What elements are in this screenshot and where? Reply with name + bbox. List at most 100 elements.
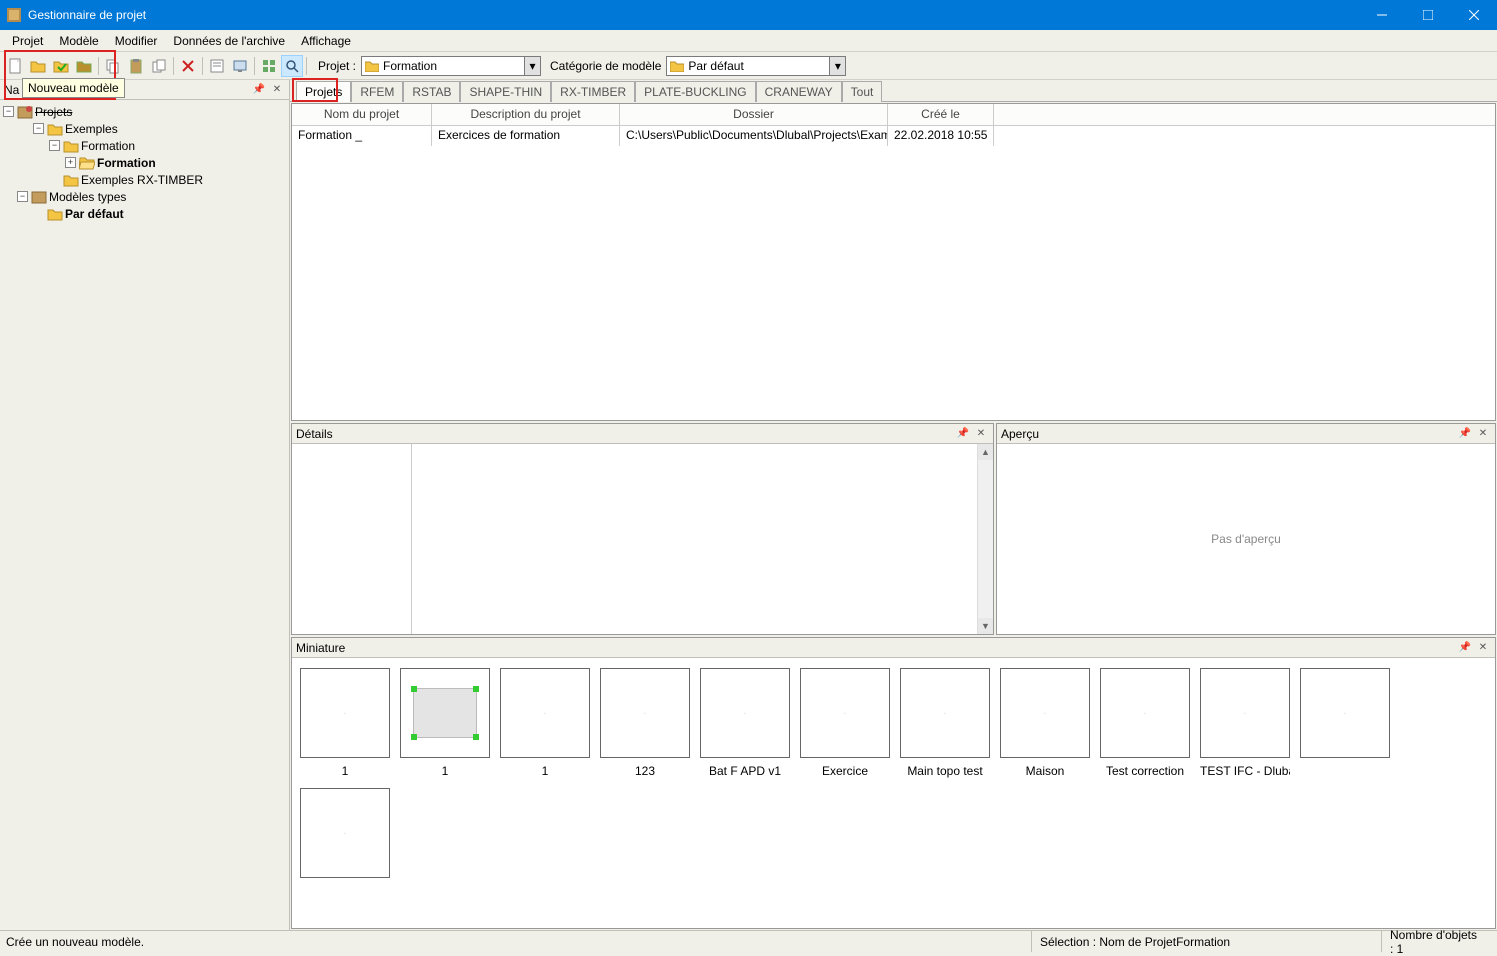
col-header-created[interactable]: Créé le [888, 104, 994, 125]
pin-icon[interactable]: 📌 [1457, 426, 1473, 442]
tab-projets[interactable]: Projets [296, 81, 351, 102]
toolbar-separator [306, 57, 307, 75]
project-combo-label: Projet : [318, 59, 356, 73]
menu-modele[interactable]: Modèle [51, 32, 106, 50]
thumbnail[interactable]: · Exercice [800, 668, 890, 778]
thumbnail[interactable]: ·123 [600, 668, 690, 778]
folder-check-button[interactable] [50, 55, 72, 77]
details-scrollbar[interactable]: ▲ ▼ [977, 444, 993, 634]
grid-body[interactable]: Formation _Exercices de formationC:\User… [292, 126, 1495, 420]
close-icon[interactable]: ✕ [269, 82, 285, 98]
details-panel: Détails 📌 ✕ ▲ ▼ [291, 423, 994, 635]
thumbnail-grid[interactable]: ·11·1·123·Bat F APD v1·Exercice·Main top… [292, 658, 1495, 928]
thumbnail[interactable]: ·TEST IFC - Dlubal [1200, 668, 1290, 778]
thumbnail-caption: Exercice [822, 764, 868, 778]
project-combo[interactable]: Formation ▾ [361, 56, 541, 76]
project-root-icon [17, 105, 33, 119]
grid-row[interactable]: Formation _Exercices de formationC:\User… [292, 126, 1495, 146]
collapse-icon[interactable]: − [17, 191, 28, 202]
col-header-name[interactable]: Nom du projet [292, 104, 432, 125]
preview-panel: Aperçu 📌 ✕ Pas d'aperçu [996, 423, 1496, 635]
status-hint: Crée un nouveau modèle. [6, 935, 1031, 949]
tree-item[interactable]: Exemples RX-TIMBER [3, 171, 286, 188]
pin-icon[interactable]: 📌 [251, 82, 267, 98]
grid-view-button[interactable] [258, 55, 280, 77]
copy-button[interactable] [102, 55, 124, 77]
tree-item[interactable]: Par défaut [3, 205, 286, 222]
thumbnail[interactable]: ·1 [300, 668, 390, 778]
close-icon[interactable]: ✕ [973, 426, 989, 442]
tab-plate-buckling[interactable]: PLATE-BUCKLING [635, 81, 755, 102]
scroll-down-icon[interactable]: ▼ [978, 618, 993, 634]
new-document-icon [7, 58, 23, 74]
toolbar-separator [173, 57, 174, 75]
folder-icon [30, 58, 46, 74]
col-header-description[interactable]: Description du projet [432, 104, 620, 125]
thumbnail[interactable]: ·1 [500, 668, 590, 778]
folder-box-icon [76, 58, 92, 74]
status-object-count: Nombre d'objets : 1 [1381, 931, 1491, 952]
screen-icon [232, 58, 248, 74]
preview-button[interactable] [229, 55, 251, 77]
pin-icon[interactable]: 📌 [955, 426, 971, 442]
thumbnail-box: · [1300, 668, 1390, 758]
scroll-up-icon[interactable]: ▲ [978, 444, 993, 460]
expand-icon[interactable]: + [65, 157, 76, 168]
preview-header: Aperçu 📌 ✕ [997, 424, 1495, 444]
tab-craneway[interactable]: CRANEWAY [756, 81, 842, 102]
folder-icon [63, 139, 79, 153]
category-combo[interactable]: Par défaut ▾ [666, 56, 846, 76]
thumbnail[interactable]: · [300, 788, 390, 884]
thumbnail-caption: Test correction [1106, 764, 1184, 778]
thumbnail[interactable]: 1 [400, 668, 490, 778]
menu-donnees-archive[interactable]: Données de l'archive [165, 32, 293, 50]
thumbnail[interactable]: ·Main topo test [900, 668, 990, 778]
collapse-icon[interactable]: − [3, 106, 14, 117]
duplicate-icon [151, 58, 167, 74]
move-button[interactable] [148, 55, 170, 77]
project-tree[interactable]: − Projets −Exemples−Formation+FormationE… [0, 100, 289, 225]
folder-box-button[interactable] [73, 55, 95, 77]
close-icon[interactable]: ✕ [1475, 426, 1491, 442]
grid-cell: Formation _ [292, 126, 432, 146]
window-maximize-button[interactable] [1405, 0, 1451, 30]
thumbnail-caption: 1 [542, 764, 549, 778]
tab-shape-thin[interactable]: SHAPE-THIN [460, 81, 551, 102]
thumbnail-box: · [800, 668, 890, 758]
collapse-icon[interactable]: − [33, 123, 44, 134]
thumbnail[interactable]: ·Maison [1000, 668, 1090, 778]
tree-item[interactable]: −Exemples [3, 120, 286, 137]
col-header-folder[interactable]: Dossier [620, 104, 888, 125]
thumbnail-box: · [300, 668, 390, 758]
tab-rfem[interactable]: RFEM [351, 81, 403, 102]
close-icon[interactable]: ✕ [1475, 640, 1491, 656]
menu-modifier[interactable]: Modifier [107, 32, 166, 50]
open-folder-button[interactable] [27, 55, 49, 77]
properties-icon [209, 58, 225, 74]
tree-item[interactable]: −Formation [3, 137, 286, 154]
delete-button[interactable] [177, 55, 199, 77]
paste-button[interactable] [125, 55, 147, 77]
properties-button[interactable] [206, 55, 228, 77]
collapse-icon[interactable]: − [49, 140, 60, 151]
window-minimize-button[interactable] [1359, 0, 1405, 30]
window-close-button[interactable] [1451, 0, 1497, 30]
thumbnail[interactable]: ·Test correction [1100, 668, 1190, 778]
thumbnail-box: · [300, 788, 390, 878]
tree-item[interactable]: +Formation [3, 154, 286, 171]
new-model-button[interactable] [4, 55, 26, 77]
grid-icon [261, 58, 277, 74]
category-combo-label: Catégorie de modèle [550, 59, 661, 73]
pin-icon[interactable]: 📌 [1457, 640, 1473, 656]
menu-projet[interactable]: Projet [4, 32, 51, 50]
tab-rstab[interactable]: RSTAB [403, 81, 460, 102]
tab-rx-timber[interactable]: RX-TIMBER [551, 81, 635, 102]
tree-item[interactable]: −Modèles types [3, 188, 286, 205]
details-view-button[interactable] [281, 55, 303, 77]
folder-icon [63, 173, 79, 187]
thumbnail[interactable]: · [1300, 668, 1390, 778]
tab-tout[interactable]: Tout [842, 81, 883, 102]
thumbnail[interactable]: ·Bat F APD v1 [700, 668, 790, 778]
tree-root-projets[interactable]: − Projets [3, 103, 286, 120]
menu-affichage[interactable]: Affichage [293, 32, 359, 50]
